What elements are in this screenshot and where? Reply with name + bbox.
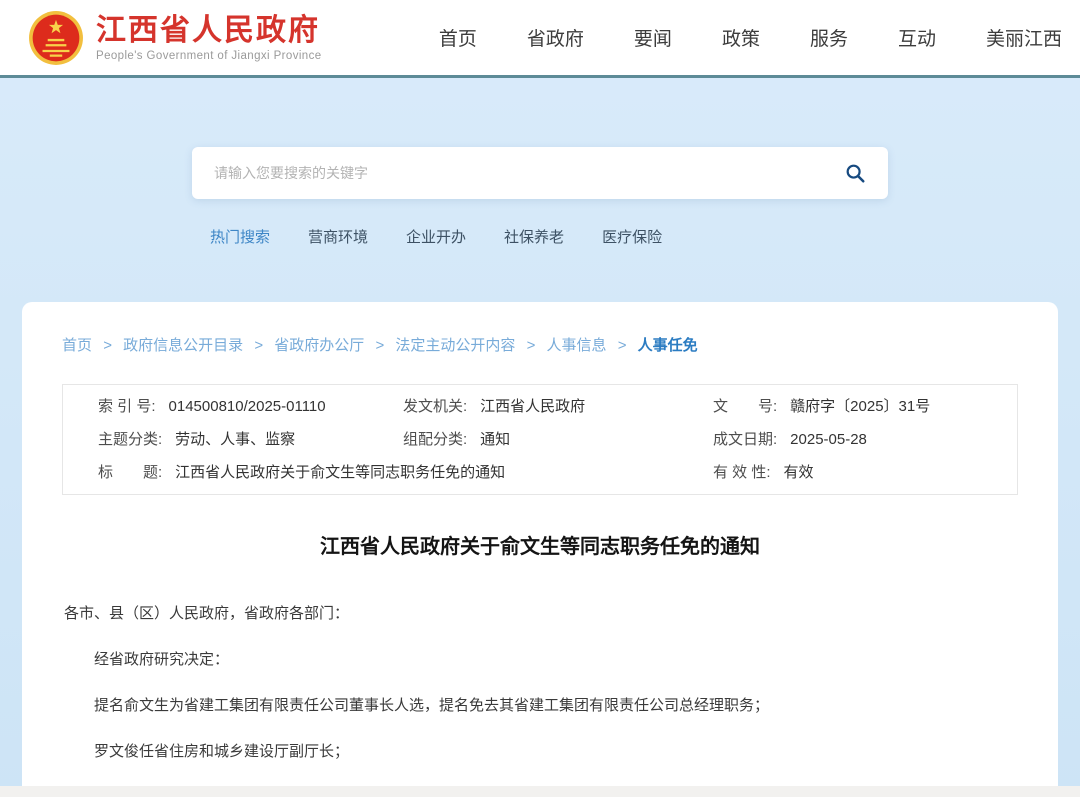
breadcrumb-separator: >: [254, 337, 263, 354]
search-input[interactable]: [214, 165, 844, 181]
meta-row: 标 题: 江西省人民政府关于俞文生等同志职务任免的通知 有 效 性: 有效: [63, 456, 1017, 489]
nav-item-provincial-government[interactable]: 省政府: [527, 24, 584, 51]
article-paragraph: 提名俞文生为省建工集团有限责任公司董事长人选，提名免去其省建工集团有限责任公司总…: [64, 695, 1018, 717]
nav-item-beautiful-jiangxi[interactable]: 美丽江西: [986, 24, 1062, 51]
site-subtitle: People's Government of Jiangxi Province: [96, 50, 322, 62]
article-paragraph: 罗文俊任省住房和城乡建设厅副厅长；: [64, 741, 1018, 763]
breadcrumb-separator: >: [527, 337, 536, 354]
meta-topic-category: 主题分类: 劳动、人事、监察: [98, 431, 403, 448]
meta-index-number: 索 引 号: 014500810/2025-01110: [98, 398, 403, 415]
national-emblem-icon: [28, 10, 84, 66]
hot-search-label: 热门搜索: [210, 226, 270, 247]
breadcrumb-statutory-disclosure[interactable]: 法定主动公开内容: [395, 337, 515, 354]
site-name: 江西省人民政府: [96, 14, 322, 47]
hot-search-row: 热门搜索 营商环境 企业开办 社保养老 医疗保险: [192, 226, 888, 247]
breadcrumb-info-directory[interactable]: 政府信息公开目录: [123, 337, 243, 354]
breadcrumb-personnel-appointment: 人事任免: [638, 337, 698, 354]
document-title: 江西省人民政府关于俞文生等同志职务任免的通知: [62, 530, 1018, 559]
meta-group-category: 组配分类: 通知: [403, 431, 713, 448]
viewport-bottom-strip: [0, 786, 1080, 797]
meta-issue-date: 成文日期: 2025-05-28: [713, 431, 1017, 448]
meta-row: 索 引 号: 014500810/2025-01110 发文机关: 江西省人民政…: [63, 390, 1017, 423]
site-header: 江西省人民政府 People's Government of Jiangxi P…: [0, 0, 1080, 78]
breadcrumb-separator: >: [103, 337, 112, 354]
article-paragraph: 经省政府研究决定：: [64, 649, 1018, 671]
breadcrumb-general-office[interactable]: 省政府办公厅: [274, 337, 364, 354]
document-body: 各市、县（区）人民政府，省政府各部门： 经省政府研究决定： 提名俞文生为省建工集…: [62, 603, 1018, 797]
meta-document-title: 标 题: 江西省人民政府关于俞文生等同志职务任免的通知: [98, 464, 713, 481]
document-meta-table: 索 引 号: 014500810/2025-01110 发文机关: 江西省人民政…: [62, 384, 1018, 495]
meta-row: 主题分类: 劳动、人事、监察 组配分类: 通知 成文日期: 2025-05-28: [63, 423, 1017, 456]
nav-item-news[interactable]: 要闻: [634, 24, 672, 51]
article-paragraph: 各市、县（区）人民政府，省政府各部门：: [64, 603, 1018, 625]
hot-search-link-business-environment[interactable]: 营商环境: [308, 226, 368, 247]
search-box: [192, 147, 888, 199]
breadcrumb-separator: >: [375, 337, 384, 354]
breadcrumb-personnel-info[interactable]: 人事信息: [547, 337, 607, 354]
nav-item-home[interactable]: 首页: [439, 24, 477, 51]
search-band: 热门搜索 营商环境 企业开办 社保养老 医疗保险: [0, 78, 1080, 302]
breadcrumb-separator: >: [618, 337, 627, 354]
site-logo[interactable]: 江西省人民政府 People's Government of Jiangxi P…: [28, 10, 322, 66]
hot-search-link-social-security[interactable]: 社保养老: [504, 226, 564, 247]
hot-search-link-enterprise-setup[interactable]: 企业开办: [406, 226, 466, 247]
site-title-block: 江西省人民政府 People's Government of Jiangxi P…: [96, 14, 322, 62]
breadcrumb-home[interactable]: 首页: [62, 337, 92, 354]
main-nav: 首页 省政府 要闻 政策 服务 互动 美丽江西: [439, 24, 1066, 51]
meta-document-number: 文 号: 赣府字〔2025〕31号: [713, 398, 1017, 415]
nav-item-policy[interactable]: 政策: [722, 24, 760, 51]
nav-item-services[interactable]: 服务: [810, 24, 848, 51]
nav-item-interaction[interactable]: 互动: [898, 24, 936, 51]
breadcrumb: 首页 > 政府信息公开目录 > 省政府办公厅 > 法定主动公开内容 > 人事信息…: [62, 302, 1018, 355]
search-icon[interactable]: [844, 162, 866, 184]
content-card: 首页 > 政府信息公开目录 > 省政府办公厅 > 法定主动公开内容 > 人事信息…: [22, 302, 1058, 794]
meta-issuing-agency: 发文机关: 江西省人民政府: [403, 398, 713, 415]
hot-search-link-medical-insurance[interactable]: 医疗保险: [602, 226, 662, 247]
meta-validity: 有 效 性: 有效: [713, 464, 1017, 481]
